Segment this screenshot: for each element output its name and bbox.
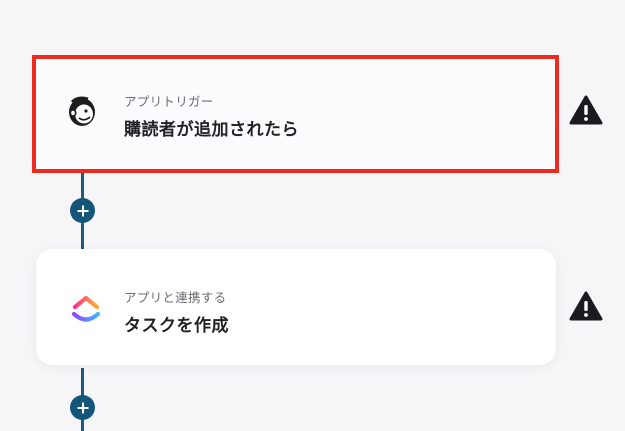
warning-icon[interactable] (569, 95, 603, 125)
warning-icon[interactable] (569, 291, 603, 321)
plus-icon (77, 402, 88, 413)
step-type-label: アプリと連携する (124, 290, 227, 305)
mailchimp-icon (64, 93, 100, 129)
clickup-icon (68, 291, 104, 327)
add-step-button[interactable] (70, 395, 95, 420)
flow-step-trigger-card[interactable]: アプリトリガー 購読者が追加されたら (32, 55, 559, 173)
add-step-button[interactable] (70, 198, 95, 223)
flow-canvas: アプリトリガー 購読者が追加されたら アプリと連携する タスクを作成 (0, 0, 625, 431)
step-title: 購読者が追加されたら (124, 120, 299, 140)
step-title: タスクを作成 (124, 316, 229, 336)
step-type-label: アプリトリガー (124, 94, 214, 109)
plus-icon (77, 205, 88, 216)
flow-step-action-card[interactable]: アプリと連携する タスクを作成 (36, 249, 556, 365)
